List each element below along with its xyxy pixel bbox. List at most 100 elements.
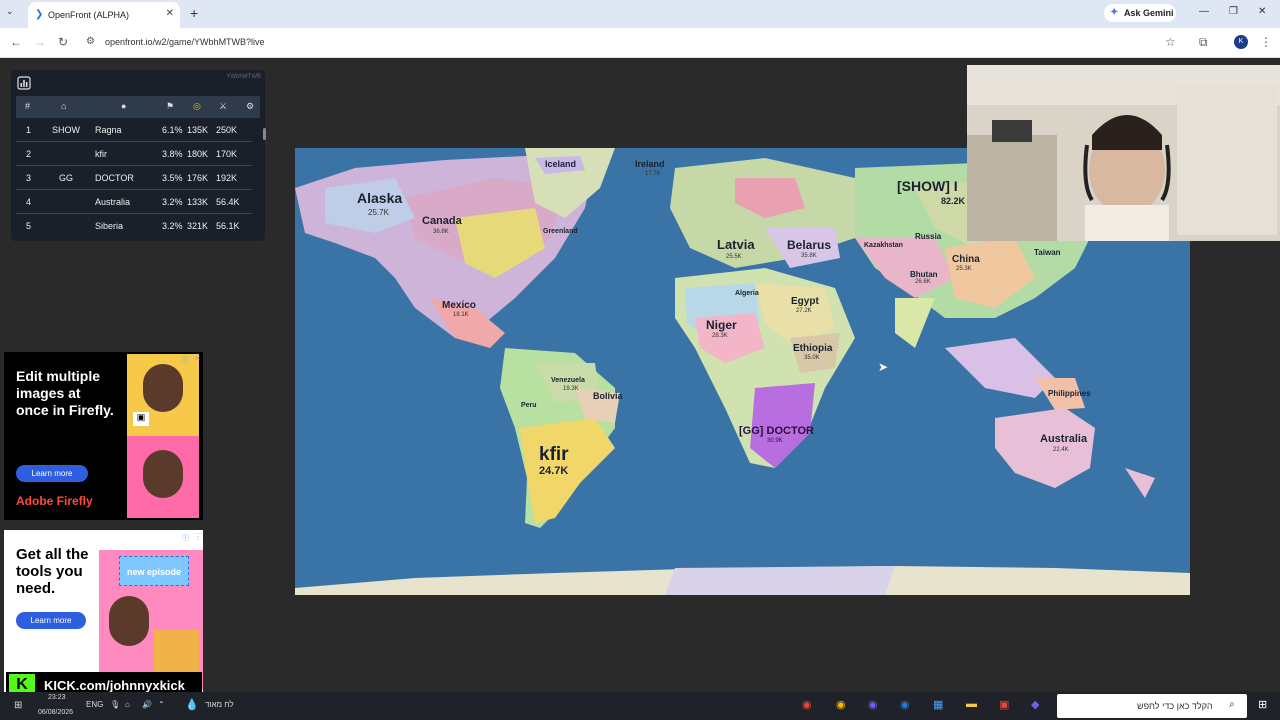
leaderboard-chart-icon[interactable] [17, 76, 31, 90]
clan: SHOW [52, 125, 80, 135]
gold: 321K [187, 221, 209, 231]
forward-icon[interactable]: → [34, 35, 46, 49]
gold: 180K [187, 149, 209, 159]
map-label-latvia: Latvia [717, 237, 755, 252]
land-header-icon[interactable]: ⚑ [166, 101, 174, 112]
map-troops-canada: 36.8K [433, 229, 449, 235]
map-label-china: China [952, 254, 980, 265]
app-chrome-icon[interactable]: ◉ [836, 698, 846, 711]
restore-icon[interactable]: ❐ [1229, 6, 1238, 17]
new-tab-icon[interactable]: + [190, 5, 198, 21]
map-label-iceland: Iceland [545, 159, 577, 169]
leaderboard-row[interactable]: 4 Australia 3.2% 133K 56.4K [16, 190, 252, 214]
map-label-taiwan: Taiwan [1034, 248, 1061, 257]
rank: 3 [26, 173, 32, 183]
map-label-mexico: Mexico [442, 300, 476, 311]
gold-header-icon[interactable]: ◎ [193, 101, 201, 112]
taskbar-search-box[interactable]: הקלד כאן כדי לחפש ⌕ [1057, 694, 1247, 718]
map-label-egypt: Egypt [791, 296, 819, 307]
player-name: Australia [95, 197, 131, 207]
map-troops-alaska: 25.7K [368, 208, 389, 217]
ad-info-icon[interactable]: ⓘ [182, 533, 189, 543]
leaderboard-scrollbar[interactable] [263, 128, 266, 140]
ad-close-icon[interactable]: ✕ [194, 354, 201, 363]
ad2-learn-more-button[interactable]: Learn more [16, 612, 86, 629]
windows-taskbar: ⊞ 23:23 06/08/2026 ENG 🎙 ⌂ 🔊 ⌃ 💧 לח מאוד… [0, 692, 1280, 720]
map-label-bhutan: Bhutan [910, 270, 938, 279]
map-label-alaska: Alaska [357, 190, 403, 206]
leaderboard-row[interactable]: 3 GG DOCTOR 3.5% 176K 192K [16, 166, 252, 190]
troops-header-icon[interactable]: ⚔ [219, 101, 227, 112]
app-explorer-icon[interactable]: ▬ [966, 698, 977, 710]
map-label-gg-doctor: [GG] DOCTOR [739, 425, 814, 437]
app-outlook-icon[interactable]: ◉ [900, 698, 910, 711]
gold: 176K [187, 173, 209, 183]
map-troops-australia: 22.4K [1053, 447, 1069, 453]
map-troops-kfir: 24.7K [539, 465, 569, 477]
tab-title: OpenFront (ALPHA) [48, 10, 130, 20]
app-recorder-icon[interactable]: ◉ [802, 698, 812, 711]
ad1-brand: Adobe Firefly [16, 494, 93, 508]
land-percent: 3.8% [162, 149, 183, 159]
tab-list-icon[interactable]: ⌄ [6, 6, 14, 17]
ad-close-icon[interactable]: ⋮ [194, 532, 202, 541]
player-header-icon[interactable]: ● [121, 101, 126, 111]
app-discord-icon[interactable]: ◉ [868, 698, 878, 711]
app-store-icon[interactable]: ▦ [933, 698, 943, 711]
search-icon: ⌕ [1229, 699, 1235, 710]
settings-header-icon[interactable]: ⚙ [246, 101, 254, 112]
map-label-peru: Peru [521, 402, 537, 409]
gold: 133K [187, 197, 209, 207]
map-label-venezuela: Venezuela [551, 377, 585, 384]
ad1-learn-more-button[interactable]: Learn more [16, 465, 88, 482]
app-copilot-icon[interactable]: ◆ [1031, 698, 1039, 711]
ad2-photo: new episode [99, 550, 203, 690]
leaderboard-panel: YWbhMTWB # ⌂ ● ⚑ ◎ ⚔ ⚙ 1 SHOW Ragna 6.1%… [11, 70, 266, 241]
tray-chevron-icon[interactable]: ⌃ [158, 700, 165, 709]
weather-icon: 💧 [185, 699, 199, 711]
close-tab-icon[interactable]: ✕ [166, 8, 174, 19]
leaderboard-row[interactable]: 5 Siberia 3.2% 321K 56.1K [16, 214, 252, 238]
network-icon[interactable]: ⌂ [125, 700, 130, 709]
ask-gemini-button[interactable]: ✦ Ask Gemini [1104, 4, 1176, 22]
clock-time: 23:23 [48, 694, 66, 701]
map-label-russia: Russia [915, 232, 942, 241]
url-field[interactable]: openfront.io/w2/game/YWbhMTWB?live [105, 37, 265, 47]
reload-icon[interactable]: ↻ [58, 35, 68, 49]
troops: 192K [216, 173, 238, 183]
back-icon[interactable]: ← [10, 35, 22, 49]
map-label-ireland: Ireland [635, 159, 665, 169]
microphone-icon[interactable]: 🎙 [110, 700, 120, 709]
close-window-icon[interactable]: ✕ [1258, 6, 1266, 17]
bookmark-star-icon[interactable]: ☆ [1165, 35, 1176, 49]
extensions-icon[interactable]: ⧉ [1199, 35, 1208, 50]
openfront-favicon-icon: ❯ [35, 9, 44, 20]
app-media-icon[interactable]: ▣ [999, 698, 1009, 711]
clan-header-icon[interactable]: ⌂ [61, 101, 66, 111]
advertisement-tools[interactable]: Get all the tools you need. Learn more n… [4, 530, 203, 692]
troops: 170K [216, 149, 238, 159]
kick-url: KICK.com/johnnyxkick [44, 678, 185, 693]
windows-start-icon[interactable]: ⊞ [1258, 698, 1267, 711]
player-name: Ragna [95, 125, 122, 135]
menu-kebab-icon[interactable]: ⋮ [1260, 35, 1272, 49]
leaderboard-row[interactable]: 2 kfir 3.8% 180K 170K [16, 142, 252, 166]
start-icon[interactable]: ⊞ [14, 700, 22, 711]
rank-header[interactable]: # [25, 101, 30, 111]
volume-icon[interactable]: 🔊 [142, 700, 152, 709]
land-percent: 3.5% [162, 173, 183, 183]
site-info-icon[interactable]: ⚙ [86, 36, 95, 47]
leaderboard-row[interactable]: 1 SHOW Ragna 6.1% 135K 250K [16, 118, 252, 142]
map-label-algeria: Algeria [735, 290, 759, 297]
ad-info-icon[interactable]: ⓘ [182, 355, 189, 365]
land-percent: 3.2% [162, 221, 183, 231]
ad1-photo: ▣ [127, 354, 199, 518]
language-indicator[interactable]: ENG [86, 700, 103, 709]
tab-openfront[interactable]: ❯ OpenFront (ALPHA) ✕ [28, 2, 180, 28]
map-label-australia: Australia [1040, 433, 1088, 445]
image-icon: ▣ [133, 412, 149, 426]
profile-avatar[interactable]: K [1234, 35, 1248, 49]
advertisement-firefly[interactable]: Edit multiple images at once in Firefly.… [4, 352, 203, 520]
minimize-icon[interactable]: — [1199, 6, 1209, 17]
troops: 56.1K [216, 221, 240, 231]
